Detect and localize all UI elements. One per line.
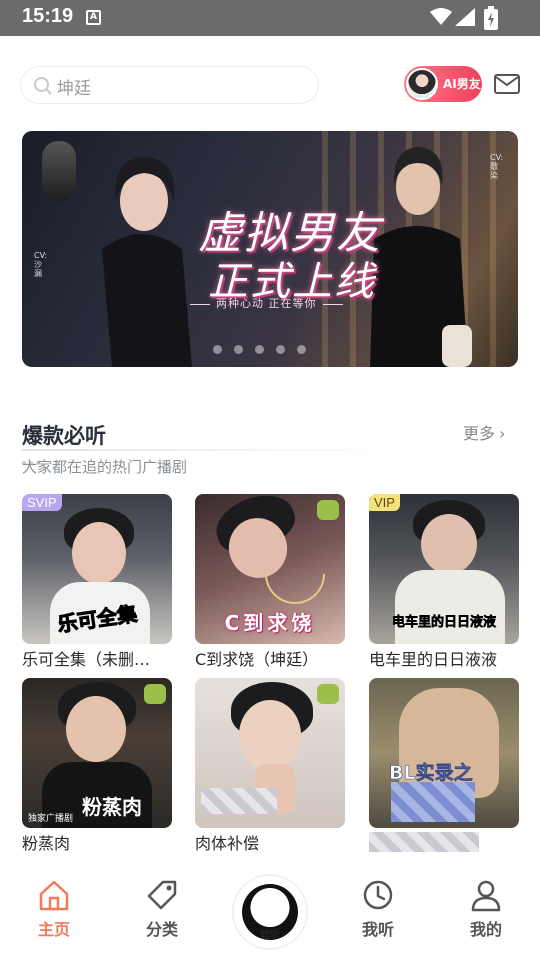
search-placeholder: 坤廷 — [57, 79, 91, 99]
nav-category[interactable]: 分类 — [127, 878, 197, 940]
person-icon — [471, 880, 501, 912]
publisher-logo — [144, 684, 166, 704]
notification-icon: A — [86, 10, 101, 25]
drama-cover[interactable]: SVIP 乐可全集 — [22, 494, 172, 644]
ai-boyfriend-button[interactable]: AI男友 — [404, 66, 482, 102]
cover-title: BL实录之 — [389, 762, 473, 785]
signal-icon — [455, 8, 475, 26]
censored-overlay — [201, 788, 277, 814]
nav-home[interactable]: 主页 — [19, 878, 89, 940]
drama-cover[interactable]: 粉蒸肉 独家广播剧 — [22, 678, 172, 828]
chevron-right-icon: › — [499, 424, 506, 443]
tag-icon — [147, 880, 177, 910]
drama-cover[interactable]: VIP 电车里的日日液液 — [369, 494, 519, 644]
section-subtitle: 大家都在追的热门广播剧 — [22, 458, 188, 476]
svip-badge: SVIP — [22, 494, 62, 511]
status-time: 15:19 — [22, 5, 74, 27]
nav-history[interactable]: 我听 — [343, 878, 413, 940]
status-bar: 15:19 A — [0, 0, 540, 36]
cover-title: 粉蒸肉 — [82, 795, 142, 819]
drama-title: 肉体补偿 — [195, 834, 260, 853]
banner-cv-left: CV:沙漏 — [34, 251, 48, 278]
mail-icon[interactable] — [494, 74, 520, 94]
publisher-logo — [317, 500, 339, 520]
clock-icon — [363, 880, 393, 910]
carousel-dot[interactable] — [276, 345, 285, 354]
microphone-icon — [42, 141, 76, 201]
drama-title: 乐可全集（未删… — [22, 650, 151, 669]
search-input[interactable]: 坤廷 — [20, 66, 319, 104]
nav-mine[interactable]: 我的 — [451, 878, 521, 940]
banner-cv-right: CV:敷染 — [490, 153, 504, 180]
cover-subtitle: 独家广播剧 — [28, 814, 74, 824]
cover-title: C到求饶 — [224, 611, 316, 635]
carousel-indicator — [213, 339, 318, 354]
more-label: 更多 — [463, 424, 496, 443]
banner-character-left — [102, 157, 192, 367]
search-icon — [34, 77, 52, 95]
drama-cover[interactable]: C到求饶 — [195, 494, 345, 644]
ai-boyfriend-label: AI男友 — [443, 77, 481, 91]
nav-history-label: 我听 — [361, 920, 394, 939]
center-label: 耽听 — [260, 930, 280, 941]
banner-tagline: 两种心动 正在等你 — [184, 295, 349, 311]
avatar — [406, 68, 438, 100]
carousel-dot[interactable] — [255, 345, 264, 354]
more-link[interactable]: 更多 › — [463, 420, 505, 444]
drama-title: 粉蒸肉 — [22, 834, 71, 853]
section-divider — [22, 449, 402, 451]
section-title: 爆款必听 — [22, 424, 106, 448]
drama-cover[interactable] — [195, 678, 345, 828]
drama-title: 电车里的日日液液 — [369, 650, 498, 669]
drama-cover[interactable]: BL实录之 — [369, 678, 519, 828]
publisher-logo — [317, 684, 339, 704]
center-play-button[interactable]: 耽听 — [232, 874, 308, 950]
carousel-dot[interactable] — [234, 345, 243, 354]
cover-title: 电车里的日日液液 — [391, 615, 497, 631]
censored-overlay — [391, 782, 475, 822]
drama-title: C到求饶（坤廷） — [195, 650, 319, 669]
bottom-nav: 主页 分类 耽听 我听 我的 — [0, 862, 540, 960]
promo-banner[interactable]: 虚拟男友 正式上线 两种心动 正在等你 CV:沙漏 CV:敷染 — [22, 131, 518, 367]
nav-category-label: 分类 — [145, 920, 178, 939]
nav-mine-label: 我的 — [469, 920, 502, 939]
carousel-dot[interactable] — [297, 345, 306, 354]
vip-badge: VIP — [369, 494, 400, 511]
wifi-icon — [430, 8, 452, 25]
carousel-dot[interactable] — [213, 345, 222, 354]
home-icon — [39, 880, 69, 911]
censored-caption — [369, 832, 479, 852]
battery-icon — [484, 6, 498, 30]
nav-home-label: 主页 — [37, 920, 70, 939]
